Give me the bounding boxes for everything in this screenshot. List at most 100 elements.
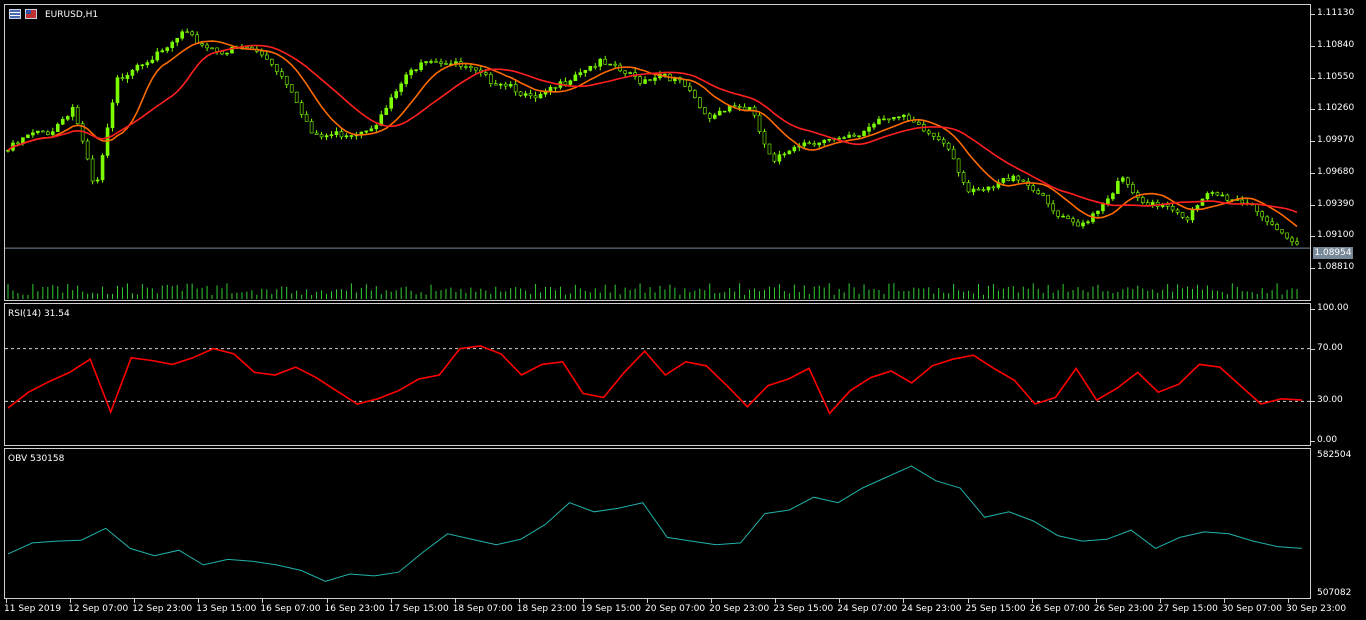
price-candle-body [842, 137, 846, 139]
price-candle-body [518, 91, 523, 96]
ma-slow-line [7, 44, 1298, 214]
price-candle-body [314, 132, 319, 135]
price-candle-body [643, 79, 647, 84]
price-candle-body [185, 31, 189, 34]
price-candle-body [563, 81, 568, 85]
price-candle-body [200, 43, 204, 46]
price-candle-body [50, 131, 55, 135]
price-candle-body [1220, 194, 1225, 197]
price-candle-body [807, 142, 812, 145]
price-candle-body [1041, 193, 1045, 196]
price-candle-body [683, 79, 687, 87]
price-candle-body [374, 125, 379, 130]
price-candle-body [653, 77, 657, 81]
price-candle-body [474, 67, 478, 71]
price-candle-body [369, 128, 374, 132]
price-candle-body [872, 123, 876, 128]
price-candle-body [26, 134, 30, 138]
price-candle-body [991, 186, 996, 189]
price-candle-body [299, 102, 304, 115]
price-candle-body [1145, 202, 1150, 206]
chart-drawing-layer [5, 28, 1310, 582]
price-candle-body [115, 77, 120, 104]
price-candle-body [1011, 175, 1016, 181]
price-candle-body [1101, 204, 1105, 212]
price-candle-body [1051, 203, 1055, 212]
price-candle-body [145, 62, 150, 66]
price-candle-body [1205, 193, 1210, 200]
price-candle-body [852, 134, 856, 137]
price-candle-body [717, 110, 722, 116]
price-candle-body [931, 132, 936, 137]
price-candle-body [966, 182, 971, 193]
price-candle-body [1270, 221, 1274, 225]
price-candle-body [324, 135, 329, 138]
price-candle-body [409, 69, 413, 76]
price-candle-body [892, 117, 896, 120]
price-candle-body [976, 188, 981, 191]
price-candle-body [1116, 181, 1120, 194]
price-candle-body [971, 188, 976, 193]
price-candle-body [1290, 237, 1294, 242]
price-candle-body [1056, 210, 1060, 217]
price-candle-body [264, 54, 269, 60]
price-candle-body [902, 114, 906, 118]
price-candle-body [1240, 199, 1245, 204]
price-candle-body [812, 143, 817, 146]
price-candle-body [528, 93, 533, 97]
price-candle-body [1210, 192, 1215, 194]
price-candle-body [439, 61, 443, 64]
price-candle-body [981, 189, 986, 191]
price-candle-body [1006, 178, 1011, 181]
price-candle-body [160, 50, 165, 53]
price-candle-body [1066, 215, 1070, 219]
price-candle-body [404, 74, 408, 85]
price-candle-body [817, 142, 822, 146]
price-candle-body [802, 142, 807, 147]
price-candle-body [1130, 184, 1135, 194]
price-candle-body [628, 72, 632, 74]
price-candle-body [986, 186, 991, 191]
price-candle-body [329, 134, 334, 136]
price-candle-body [603, 58, 608, 65]
price-candle-body [349, 135, 354, 137]
price-candle-body [170, 41, 175, 48]
price-candle-body [712, 114, 717, 119]
price-candle-body [762, 131, 767, 145]
price-candle-body [847, 134, 851, 138]
price-candle-body [414, 69, 418, 71]
price-candle-body [95, 179, 100, 182]
price-candle-body [130, 69, 135, 76]
price-candle-body [424, 61, 428, 64]
rsi-line [7, 345, 1303, 415]
price-candle-body [279, 71, 284, 77]
price-candle-body [1255, 204, 1260, 213]
price-candle-body [862, 130, 866, 137]
price-candle-body [150, 59, 155, 63]
price-candle-body [523, 93, 528, 96]
price-candle-body [36, 130, 40, 134]
price-candle-body [693, 90, 697, 98]
price-candle-body [90, 158, 95, 182]
price-candle-body [1121, 177, 1125, 182]
price-candle-body [553, 86, 558, 89]
price-candle-body [1260, 211, 1264, 218]
price-candle-body [339, 131, 344, 138]
price-candle-body [941, 139, 946, 144]
price-candle-body [936, 136, 941, 140]
price-candle-body [1111, 193, 1115, 200]
price-candle-body [284, 75, 289, 85]
price-candle-body [578, 72, 583, 76]
price-candle-body [787, 150, 792, 155]
price-candle-body [1170, 206, 1175, 211]
price-candle-body [747, 106, 752, 111]
price-candle-body [469, 66, 473, 69]
price-candle-body [498, 83, 503, 86]
price-candle-body [961, 172, 966, 183]
price-candle-body [289, 84, 294, 93]
price-candle-body [867, 126, 871, 132]
price-candle-body [434, 61, 438, 63]
price-candle-body [175, 37, 180, 43]
price-candle-body [389, 97, 394, 109]
price-candle-body [827, 138, 831, 141]
